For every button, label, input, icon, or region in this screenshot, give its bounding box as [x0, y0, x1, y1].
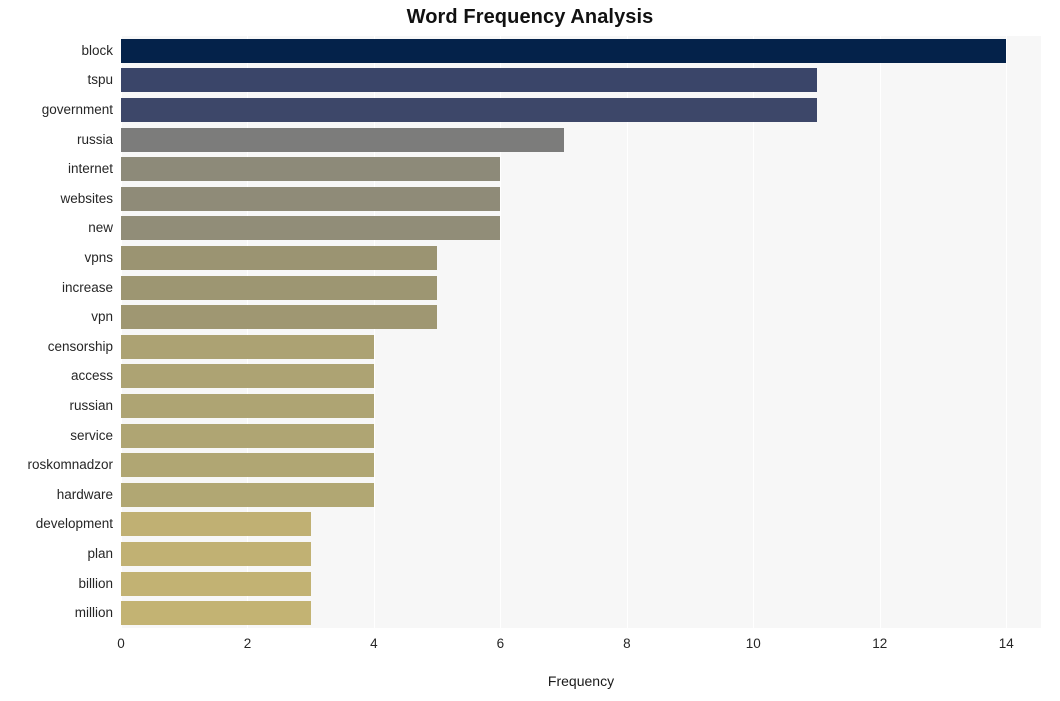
bar-billion	[121, 571, 311, 596]
x-axis-title: Frequency	[547, 673, 615, 689]
bar-fill	[121, 157, 501, 182]
bar-new	[121, 216, 501, 241]
x-tick-label-0: 0	[117, 636, 125, 651]
bar-fill	[121, 68, 817, 93]
bar-increase	[121, 275, 438, 300]
y-tick-label-russian: russian	[69, 398, 113, 413]
y-tick-label-government: government	[41, 102, 113, 117]
bar-fill	[121, 334, 374, 359]
x-tick-label-10: 10	[745, 636, 761, 651]
y-tick-label-access: access	[70, 368, 113, 384]
x-tick-label-12: 12	[872, 636, 888, 651]
bar-fill	[121, 601, 311, 626]
bar-fill	[121, 38, 1007, 63]
bar-fill	[121, 305, 438, 330]
bar-fill	[121, 246, 438, 270]
bars-container	[121, 36, 1041, 628]
bar-fill	[121, 571, 311, 596]
y-tick-label-vpns: vpns	[84, 250, 113, 265]
bar-russian	[121, 394, 374, 418]
bar-fill	[121, 216, 501, 241]
bar-access	[121, 364, 374, 389]
y-tick-label-billion: billion	[78, 575, 113, 591]
bar-million	[121, 601, 311, 626]
bar-fill	[121, 453, 374, 478]
y-tick-label-russia: russia	[76, 131, 113, 147]
y-tick-label-websites: websites	[60, 190, 113, 206]
y-tick-label-block: block	[81, 42, 113, 58]
bar-block	[121, 38, 1007, 63]
y-tick-label-service: service	[70, 427, 113, 443]
y-tick-label-roskomnadzor: roskomnadzor	[27, 457, 113, 473]
y-tick-label-million: million	[74, 605, 113, 621]
bar-internet	[121, 157, 501, 182]
bar-russia	[121, 127, 564, 152]
bar-vpns	[121, 246, 438, 270]
x-tick-label-8: 8	[623, 636, 631, 651]
bar-vpn	[121, 305, 438, 330]
bar-fill	[121, 423, 374, 448]
bar-fill	[121, 482, 374, 507]
y-tick-label-internet: internet	[67, 161, 113, 177]
bar-fill	[121, 542, 311, 566]
y-tick-label-censorship: censorship	[47, 338, 113, 354]
word-frequency-chart-figure: Word Frequency Analysis block tspu governm…	[0, 0, 1060, 701]
bar-censorship	[121, 334, 374, 359]
bar-fill	[121, 186, 501, 211]
bar-fill	[121, 98, 817, 122]
bar-government	[121, 98, 817, 122]
bar-websites	[121, 186, 501, 211]
x-tick-label-2: 2	[243, 636, 252, 651]
y-tick-label-vpn: vpn	[91, 309, 113, 325]
x-axis-tick-labels: 0 2 4 6 8 10 12 14	[117, 630, 1041, 654]
bar-fill	[121, 364, 374, 389]
plot-area	[121, 36, 1041, 628]
y-tick-label-plan: plan	[87, 546, 113, 561]
x-tick-label-6: 6	[496, 636, 505, 651]
bar-service	[121, 423, 374, 448]
y-tick-label-tspu: tspu	[87, 72, 113, 88]
x-tick-label-14: 14	[998, 636, 1014, 651]
bar-fill	[121, 275, 438, 300]
x-tick-label-4: 4	[370, 636, 378, 651]
y-tick-label-new: new	[88, 220, 113, 236]
bar-development	[121, 512, 311, 537]
y-axis-tick-labels: block tspu government russia internet website…	[0, 36, 113, 628]
bar-hardware	[121, 482, 374, 507]
page-title: Word Frequency Analysis	[406, 6, 654, 28]
y-tick-label-development: development	[35, 516, 113, 532]
y-tick-label-increase: increase	[61, 279, 113, 295]
y-tick-label-hardware: hardware	[56, 486, 113, 502]
bar-tspu	[121, 68, 817, 93]
bar-fill	[121, 512, 311, 537]
bar-fill	[121, 127, 564, 152]
bar-plan	[121, 542, 311, 566]
bar-roskomnadzor	[121, 453, 374, 478]
bar-fill	[121, 394, 374, 418]
